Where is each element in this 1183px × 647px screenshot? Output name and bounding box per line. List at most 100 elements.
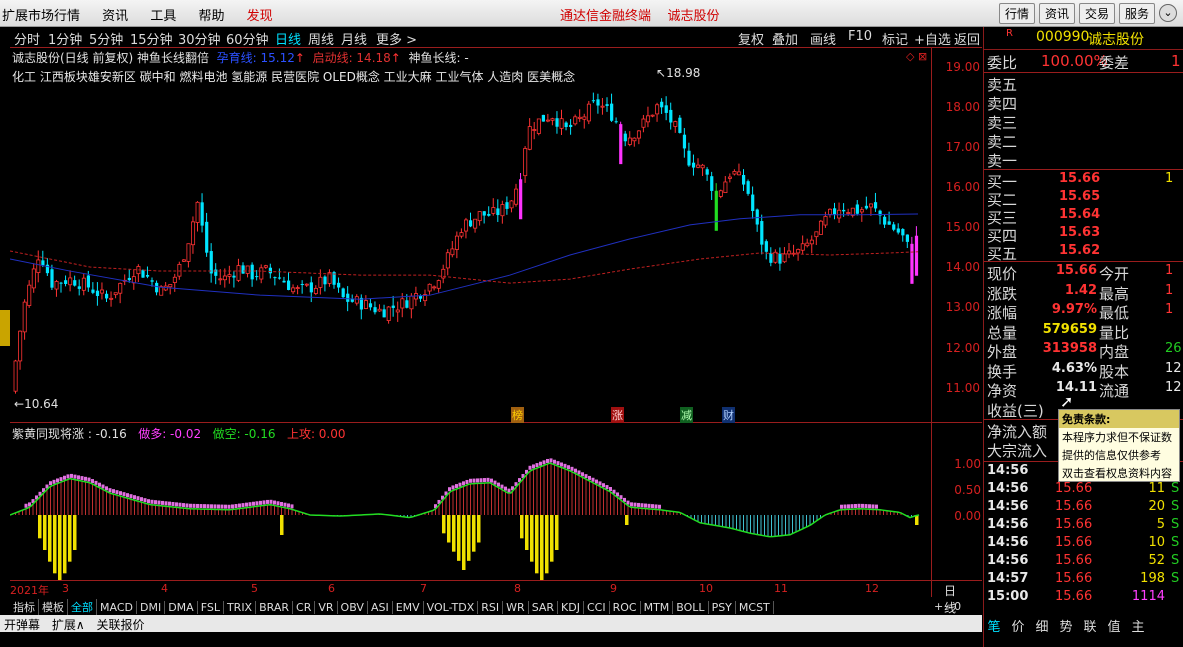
quote-button[interactable]: 行情 xyxy=(998,3,1035,24)
indicator-tab[interactable]: ROC xyxy=(610,601,641,614)
indicator-dot xyxy=(189,503,192,508)
menu-help[interactable]: 帮助 xyxy=(198,9,224,24)
indicator-dot xyxy=(129,494,133,499)
indicator-dot xyxy=(630,502,633,507)
menu-extended-market[interactable]: 扩展市场行情 xyxy=(2,9,80,24)
mark-button[interactable]: 标记 xyxy=(882,29,908,48)
indicator-tab[interactable]: SAR xyxy=(529,601,559,614)
period-weekly[interactable]: 周线 xyxy=(308,29,334,48)
indicator-tab[interactable]: WR xyxy=(503,601,529,614)
quote-tab[interactable]: 值 xyxy=(1103,616,1125,635)
back-button[interactable]: 返回 xyxy=(954,29,980,48)
indicator-tab[interactable]: FSL xyxy=(198,601,224,614)
indicator-tab[interactable]: MACD xyxy=(97,601,137,614)
related-quote-button[interactable]: 关联报价 xyxy=(92,615,148,634)
price-chart[interactable] xyxy=(10,48,930,422)
candle-body xyxy=(100,289,105,294)
indicator-tab[interactable]: OBV xyxy=(338,601,368,614)
candle-body xyxy=(73,280,77,286)
indicator-dot xyxy=(861,503,864,508)
indicator-tab[interactable]: VR xyxy=(315,601,338,614)
signal-bar xyxy=(68,515,72,562)
indicator-tab[interactable]: CCI xyxy=(584,601,610,614)
menu-news[interactable]: 资讯 xyxy=(102,9,128,24)
draw-line-button[interactable]: 画线 xyxy=(810,29,836,48)
quote-tab[interactable]: 细 xyxy=(1031,616,1053,635)
indicator-tab[interactable]: CR xyxy=(293,601,316,614)
news-button[interactable]: 资讯 xyxy=(1038,3,1075,24)
tick-volume: 5 xyxy=(1156,517,1165,532)
event-tag-bang[interactable]: 榜 xyxy=(511,407,524,423)
add-watchlist-button[interactable]: +自选 xyxy=(914,29,951,48)
event-tag-zhang[interactable]: 涨 xyxy=(611,407,624,423)
candle-body xyxy=(200,202,204,226)
candle-body xyxy=(755,209,759,225)
indicator-dot xyxy=(640,503,644,508)
menu-discover[interactable]: 发现 xyxy=(247,9,273,24)
period-more[interactable]: 更多 > xyxy=(376,29,417,48)
r-badge-icon: R xyxy=(1006,28,1013,39)
fuquan-button[interactable]: 复权 xyxy=(738,29,764,48)
indicator-dot xyxy=(56,478,59,483)
time-axis-label: 3 xyxy=(62,582,69,595)
period-30min[interactable]: 30分钟 xyxy=(178,29,221,48)
quote-tab[interactable]: 笔 xyxy=(983,616,1005,635)
indicator-tab[interactable]: TRIX xyxy=(224,601,257,614)
candle-body xyxy=(714,190,718,231)
period-daily[interactable]: 日线 xyxy=(275,29,301,48)
candle-body xyxy=(354,296,359,304)
period-15min[interactable]: 15分钟 xyxy=(130,29,173,48)
menu-tools[interactable]: 工具 xyxy=(150,9,176,24)
indicator-tab[interactable]: 全部 xyxy=(68,599,97,615)
tick-price: 15.66 xyxy=(1055,553,1093,568)
zoom-controls[interactable]: + - 0 xyxy=(934,600,961,613)
service-button[interactable]: 服务 xyxy=(1118,3,1155,24)
signal-bar xyxy=(530,515,534,562)
indicator-tab[interactable]: MTM xyxy=(641,601,674,614)
indicator-tab[interactable]: EMV xyxy=(393,601,424,614)
quote-tab[interactable]: 联 xyxy=(1079,616,1101,635)
indicator-tab[interactable]: 模板 xyxy=(39,599,68,615)
event-tag-cai[interactable]: 财 xyxy=(722,407,735,423)
indicator-tab[interactable]: MCST xyxy=(736,601,774,614)
indicator-tab[interactable]: PSY xyxy=(709,601,736,614)
danmu-toggle[interactable]: 开弹幕 xyxy=(0,615,44,634)
indicator-dot xyxy=(570,466,574,471)
period-1min[interactable]: 1分钟 xyxy=(48,29,82,48)
indicator-tab[interactable]: BOLL xyxy=(673,601,709,614)
period-60min[interactable]: 60分钟 xyxy=(226,29,269,48)
overlay-button[interactable]: 叠加 xyxy=(772,29,798,48)
quote-tab[interactable]: 势 xyxy=(1055,616,1077,635)
candle-body xyxy=(214,269,218,276)
expand-button[interactable]: 扩展∧ xyxy=(48,615,89,634)
event-tag-jian[interactable]: 减 xyxy=(680,407,693,423)
indicator-tab[interactable]: 指标 xyxy=(10,599,39,615)
period-monthly[interactable]: 月线 xyxy=(341,29,367,48)
quote-tab[interactable]: 价 xyxy=(1007,616,1029,635)
quote-tab[interactable]: 主 xyxy=(1127,616,1149,635)
f10-button[interactable]: F10 xyxy=(848,29,872,44)
indicator-chart[interactable] xyxy=(10,424,930,580)
indicator-tab[interactable]: DMI xyxy=(137,601,166,614)
indicator-dot xyxy=(602,483,605,488)
indicator-dot xyxy=(245,502,248,507)
period-fenshi[interactable]: 分时 xyxy=(14,29,40,48)
trade-button[interactable]: 交易 xyxy=(1078,3,1115,24)
candle-body xyxy=(505,202,509,209)
candle-body xyxy=(464,219,469,232)
minimize-icon[interactable]: ⌄ xyxy=(1159,4,1177,22)
indicator-tab[interactable]: VOL-TDX xyxy=(424,601,479,614)
candle-body xyxy=(469,220,473,227)
indicator-tab[interactable]: RSI xyxy=(478,601,504,614)
indicator-tab[interactable]: ASI xyxy=(368,601,393,614)
candle-body xyxy=(687,150,691,166)
signal-bar xyxy=(467,515,471,561)
period-5min[interactable]: 5分钟 xyxy=(89,29,123,48)
candle-body xyxy=(586,103,591,122)
indicator-dot xyxy=(469,478,472,483)
indicator-tab[interactable]: BRAR xyxy=(256,601,294,614)
tick-time: 14:57 xyxy=(987,571,1029,586)
indicator-tab[interactable]: KDJ xyxy=(558,601,584,614)
indicator-tab[interactable]: DMA xyxy=(165,601,198,614)
collapse-handle-icon[interactable] xyxy=(0,310,10,346)
